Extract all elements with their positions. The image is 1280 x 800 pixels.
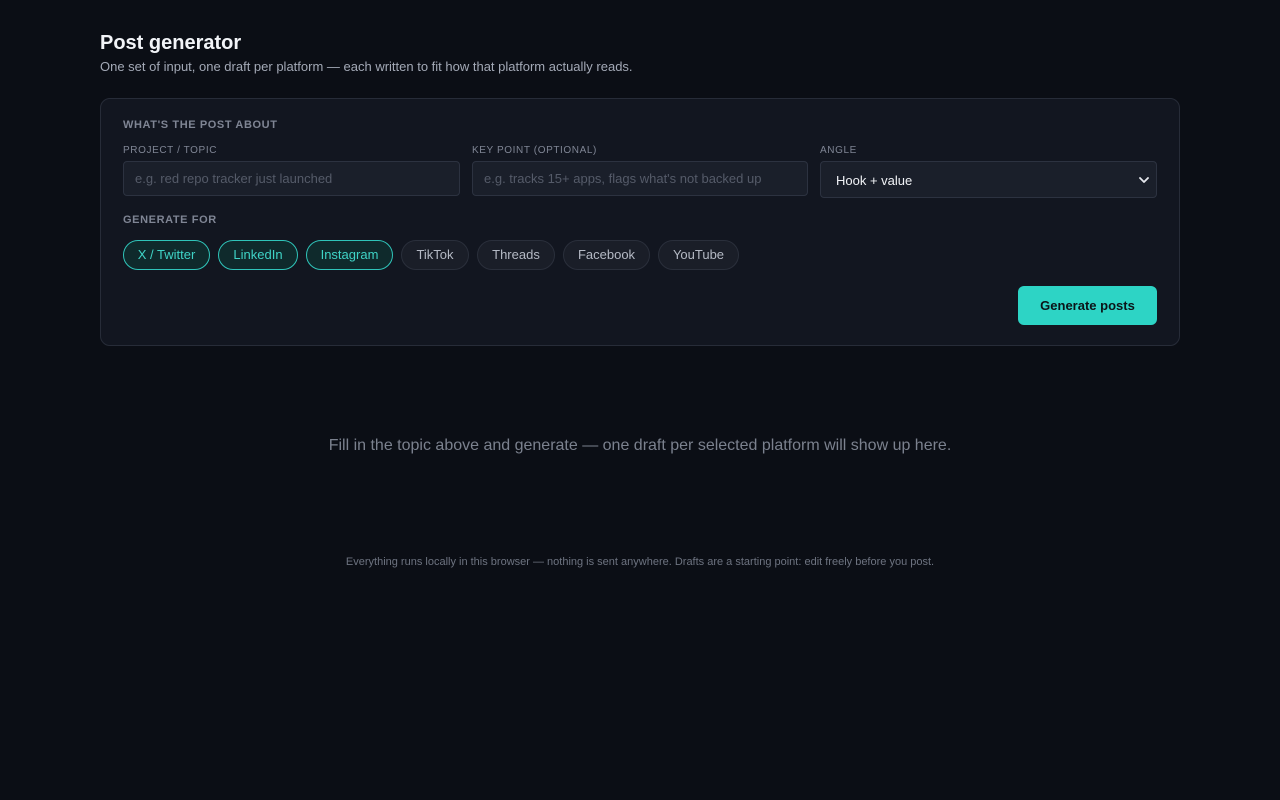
platform-chip-label: X / Twitter (137, 247, 196, 262)
platform-chip-facebook[interactable]: Facebook (563, 240, 650, 270)
empty-state-message: Fill in the topic above and generate — o… (328, 437, 952, 454)
angle-select-value: Hook + value (836, 173, 913, 188)
key-point-input[interactable] (472, 161, 808, 196)
key-point-label: Key point (optional) (472, 145, 597, 156)
platform-chip-label: Instagram (320, 247, 379, 262)
platform-chip-label: Facebook (577, 247, 636, 262)
platform-chip-label: LinkedIn (233, 247, 283, 262)
platform-chip-tiktok[interactable]: TikTok (401, 240, 469, 270)
platform-chip-linkedin[interactable]: LinkedIn (218, 240, 298, 270)
platform-chip-instagram[interactable]: Instagram (306, 240, 393, 270)
platform-chip-x-twitter[interactable]: X / Twitter (123, 240, 210, 270)
chevron-down-icon (1139, 177, 1149, 183)
platform-chip-label: YouTube (672, 247, 725, 262)
page-subtitle: One set of input, one draft per platform… (100, 59, 633, 74)
platform-chip-label: TikTok (416, 247, 454, 262)
topic-input[interactable] (123, 161, 460, 196)
footer-note: Everything runs locally in this browser … (345, 556, 935, 568)
platform-chip-threads[interactable]: Threads (477, 240, 555, 270)
section-label-post-about: What's the post about (123, 119, 278, 131)
topic-label: Project / topic (123, 145, 218, 156)
section-label-generate-for: Generate for (123, 214, 217, 226)
input-card: What's the post about Project / topic Ke… (100, 98, 1180, 346)
platform-chip-youtube[interactable]: YouTube (658, 240, 739, 270)
angle-label: Angle (820, 145, 857, 156)
angle-select[interactable]: Hook + value (820, 161, 1157, 198)
platform-chip-label: Threads (492, 247, 540, 262)
page-title: Post generator (100, 32, 242, 54)
generate-posts-button[interactable]: Generate posts (1018, 286, 1157, 325)
